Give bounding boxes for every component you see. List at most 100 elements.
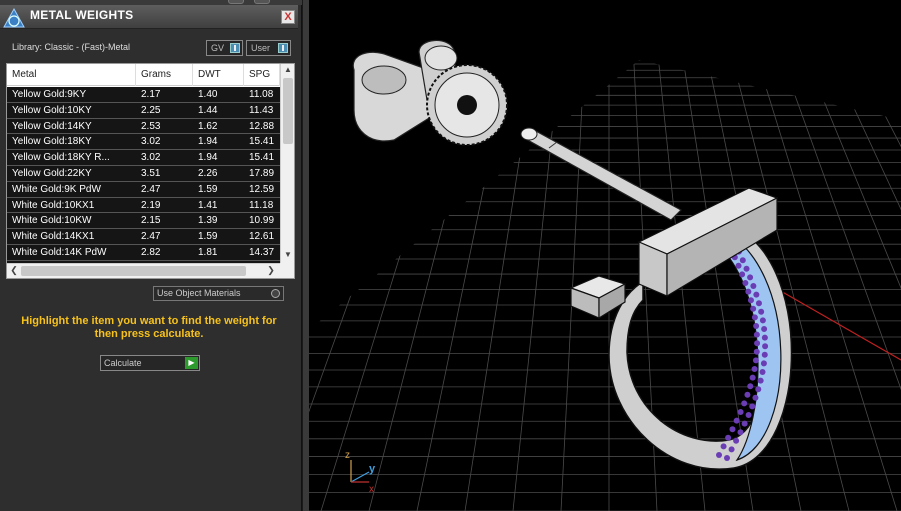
column-header-metal[interactable]: Metal [7,64,136,86]
gemstone [753,331,760,338]
gv-toggle[interactable]: GV [206,40,243,56]
gemstone [728,446,735,453]
scroll-left-icon[interactable]: ❮ [8,265,20,277]
user-toggle-label: User [251,43,271,53]
scroll-up-icon[interactable]: ▲ [283,65,293,77]
table-row[interactable]: Yellow Gold:9KY 2.17 1.40 11.08 [7,87,280,103]
metal-cell: White Gold:9K PdW [12,183,101,195]
dwt-cell: 1.94 [198,136,218,148]
calculate-button[interactable]: Calculate ▶ [100,355,200,371]
earring-back-model [352,39,508,146]
gemstone [725,434,732,441]
gemstone [744,391,751,398]
gemstone [757,377,764,384]
scroll-down-icon[interactable]: ▼ [283,250,293,262]
metal-cell: Yellow Gold:22KY [12,167,92,179]
horizontal-scroll-thumb[interactable] [21,266,246,276]
gemstone [737,429,744,436]
gemstone [751,314,758,321]
grams-cell: 2.47 [141,231,161,243]
scroll-corner [280,263,294,278]
column-header-dwt[interactable]: DWT [193,64,244,86]
spg-cell: 12.88 [249,120,275,132]
dwt-cell: 1.59 [198,183,218,195]
gv-toggle-label: GV [211,43,225,53]
gemstone [733,417,740,424]
table-row[interactable]: Yellow Gold:14KY 2.53 1.62 12.88 [7,119,280,135]
app-logo-icon [3,7,25,28]
gemstone [742,280,749,286]
gemstone [760,360,767,367]
gemstone [729,426,736,433]
vertical-scrollbar[interactable]: ▲ ▼ [280,64,294,263]
grams-cell: 2.53 [141,120,161,132]
use-object-materials-option[interactable]: Use Object Materials [153,286,284,301]
table-header: Metal Grams DWT SPG [7,64,280,86]
axis-z-label: z [345,450,350,461]
viewport-scene: z y x [309,39,901,511]
metal-cell: White Gold:10KW [12,215,92,227]
gemstone [761,334,768,341]
dwt-cell: 1.44 [198,104,218,116]
metal-table: Metal Grams DWT SPG Yellow Gold:9KY 2.17… [6,63,295,279]
table-row[interactable]: Yellow Gold:10KY 2.25 1.44 11.43 [7,103,280,119]
scroll-right-icon[interactable]: ❯ [265,265,277,277]
gemstone [733,437,740,444]
gemstone [752,394,759,401]
table-row[interactable]: Yellow Gold:18KY R... 3.02 1.94 15.41 [7,150,280,166]
spg-cell: 11.43 [249,104,274,116]
table-row[interactable]: White Gold:9K PdW 2.47 1.59 12.59 [7,182,280,198]
earring-post-model [520,127,682,221]
3d-viewport[interactable]: z y x [303,0,901,511]
table-row[interactable]: Yellow Gold:18KY 3.02 1.94 15.41 [7,134,280,151]
grams-cell: 3.51 [141,167,161,179]
gemstone [749,374,756,381]
table-row[interactable]: White Gold:10KW 2.15 1.39 10.99 [7,213,280,230]
gemstone [739,257,746,264]
column-header-grams[interactable]: Grams [136,64,193,86]
gemstone [750,305,757,312]
user-toggle[interactable]: User [246,40,291,56]
gemstone [759,369,766,375]
strip-button[interactable] [254,0,270,4]
radio-icon[interactable] [271,289,280,298]
gemstone [751,366,758,372]
gemstone [737,409,744,415]
table-row[interactable]: White Gold:14K PdW 2.82 1.81 14.37 [7,245,280,261]
close-button[interactable]: X [281,10,295,24]
spg-cell: 15.41 [249,152,275,164]
gemstone [761,326,768,332]
toggle-switch-icon [278,43,288,53]
metal-cell: Yellow Gold:14KY [12,120,92,132]
gemstone [754,340,761,347]
table-row[interactable]: White Gold:14KX1 2.47 1.59 12.61 [7,229,280,245]
gemstone [759,317,766,324]
metal-cell: White Gold:14K PdW [12,246,107,258]
axis-x-label: x [369,484,374,495]
table-row[interactable]: Yellow Gold:22KY 3.51 2.26 17.89 [7,166,280,182]
gemstone [762,343,769,350]
table-row[interactable]: White Gold:10KX1 2.19 1.41 11.18 [7,198,280,214]
grams-cell: 3.02 [141,136,161,148]
vertical-scroll-thumb[interactable] [283,78,293,144]
gemstone [739,271,746,278]
dwt-cell: 1.94 [198,152,218,164]
metal-weights-panel: METAL WEIGHTS X Library: Classic - (Fast… [0,0,302,511]
metal-cell: White Gold:14KX1 [12,231,95,243]
dwt-cell: 1.40 [198,89,218,100]
column-header-spg[interactable]: SPG [244,64,280,86]
gemstone [761,351,768,358]
gemstone [720,443,727,450]
gemstone [755,300,762,307]
table-body: Yellow Gold:9KY 2.17 1.40 11.08 Yellow G… [7,87,280,263]
strip-button[interactable] [228,0,244,4]
gemstone [741,420,748,427]
grams-cell: 2.15 [141,215,161,227]
spg-cell: 15.41 [249,136,275,148]
use-object-materials-label: Use Object Materials [157,288,241,298]
horizontal-scrollbar[interactable]: ❮ ❯ [7,263,280,278]
spg-cell: 10.99 [249,215,275,227]
toggle-switch-icon [230,43,240,53]
grams-cell: 2.47 [141,183,161,195]
dwt-cell: 1.62 [198,120,218,132]
